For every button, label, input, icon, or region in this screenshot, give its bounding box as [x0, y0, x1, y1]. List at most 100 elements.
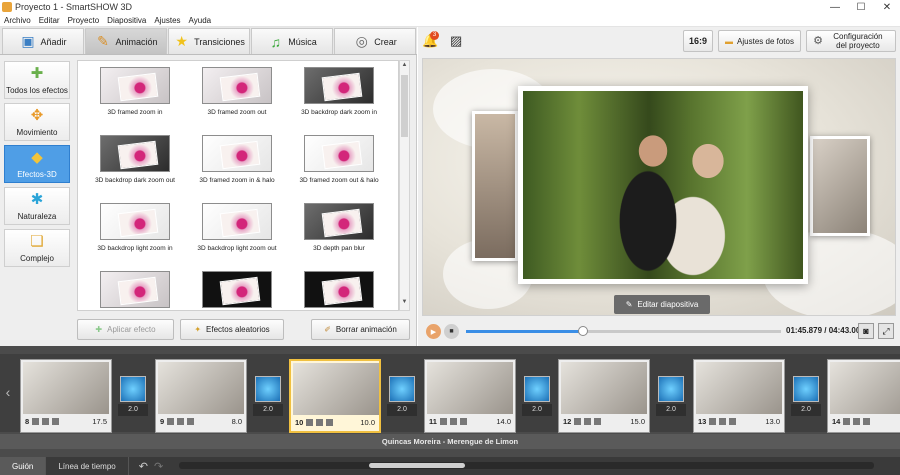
effect-item[interactable]: 3D backdrop light zoom in [84, 203, 186, 258]
fullscreen-icon[interactable]: ⤢ [878, 323, 894, 339]
slide-item[interactable]: 11 14.0 [424, 359, 516, 433]
speaker-icon[interactable] [729, 418, 737, 425]
pencil-icon[interactable] [306, 419, 314, 426]
tab-transiciones[interactable]: ★ Transiciones [168, 28, 250, 54]
slide-item[interactable]: 9 8.0 [155, 359, 247, 433]
category-efectos-3d[interactable]: ◆ Efectos-3D [4, 145, 70, 183]
slide-item[interactable]: 13 13.0 [693, 359, 785, 433]
transition-item[interactable]: 2.0 [656, 376, 686, 424]
slide-footer: 11 14.0 [427, 414, 513, 429]
effect-item[interactable]: 3D backdrop dark zoom in [288, 67, 390, 122]
aspect-ratio-button[interactable]: 16:9 [683, 30, 713, 52]
category-movimiento[interactable]: ✥ Movimiento [4, 103, 70, 141]
speaker-icon[interactable] [326, 419, 334, 426]
camera-icon[interactable]: ◙ [858, 323, 874, 339]
photo-settings-button[interactable]: ▬ Ajustes de fotos [718, 30, 801, 52]
transition-item[interactable]: 2.0 [253, 376, 283, 424]
random-effects-button[interactable]: ✦ Efectos aleatorios [180, 319, 284, 340]
undo-icon[interactable]: ↶ [139, 460, 148, 473]
menu-ajustes[interactable]: Ajustes [150, 16, 184, 25]
effect-item[interactable]: 3D backdrop light zoom out [186, 203, 288, 258]
progress-knob[interactable] [578, 326, 589, 336]
category-todos[interactable]: ✚ Todos los efectos [4, 61, 70, 99]
storyboard-scrollbar[interactable] [179, 462, 874, 469]
scroll-left-arrow-icon[interactable]: ‹ [2, 384, 14, 404]
effects-scrollbar[interactable]: ▲ ▼ [399, 60, 410, 311]
effect-item[interactable]: 3D framed zoom in & halo [186, 135, 288, 190]
scroll-down-arrow-icon[interactable]: ▼ [400, 299, 409, 309]
zoom-icon[interactable] [177, 418, 185, 425]
playback-progress[interactable] [466, 326, 781, 336]
effect-item[interactable] [84, 271, 186, 310]
pencil-icon[interactable] [843, 418, 851, 425]
slide-duration: 10.0 [360, 418, 375, 427]
speaker-icon[interactable] [594, 418, 602, 425]
slide-item[interactable]: 8 17.5 [20, 359, 112, 433]
menu-ayuda[interactable]: Ayuda [185, 16, 216, 25]
pencil-icon[interactable] [439, 418, 447, 425]
storyboard-scroll-thumb[interactable] [369, 463, 465, 468]
tab-guion[interactable]: Guión [0, 457, 47, 475]
menu-editar[interactable]: Editar [35, 16, 64, 25]
close-button[interactable]: ✕ [874, 0, 900, 14]
zoom-icon[interactable] [316, 419, 324, 426]
zoom-icon[interactable] [719, 418, 727, 425]
project-settings-button[interactable]: ⚙ Configuración del proyecto [806, 30, 896, 52]
menu-diapositiva[interactable]: Diapositiva [103, 16, 150, 25]
speaker-icon[interactable] [187, 418, 195, 425]
slide-preview[interactable]: ✎ Editar diapositiva [422, 58, 896, 316]
pencil-icon[interactable] [574, 418, 582, 425]
effect-item[interactable]: 3D framed zoom out & halo [288, 135, 390, 190]
transition-item[interactable]: 2.0 [387, 376, 417, 424]
apply-effect-button[interactable]: ✚ Aplicar efecto [77, 319, 174, 340]
tab-animacion[interactable]: ✎ Animación [85, 28, 167, 54]
tab-crear[interactable]: ◎ Crear [334, 28, 416, 54]
zoom-icon[interactable] [584, 418, 592, 425]
category-naturaleza[interactable]: ✱ Naturaleza [4, 187, 70, 225]
transition-item[interactable]: 2.0 [522, 376, 552, 424]
transition-duration: 2.0 [522, 404, 552, 416]
pencil-icon[interactable] [32, 418, 40, 425]
progress-fill [466, 330, 584, 333]
speaker-icon[interactable] [52, 418, 60, 425]
slide-item[interactable]: 10 10.0 [289, 359, 381, 433]
menu-proyecto[interactable]: Proyecto [64, 16, 104, 25]
audio-track[interactable]: Quincas Moreira - Merengue de Limon [0, 434, 900, 449]
transition-item[interactable]: 2.0 [118, 376, 148, 424]
slide-item[interactable]: 12 15.0 [558, 359, 650, 433]
effect-item[interactable]: 3D framed zoom in [84, 67, 186, 122]
effect-item[interactable] [288, 271, 390, 310]
play-button[interactable]: ▶ [426, 324, 441, 339]
slide-number: 11 [429, 417, 437, 426]
menu-archivo[interactable]: Archivo [0, 16, 35, 25]
effect-item[interactable]: 3D framed zoom out [186, 67, 288, 122]
speaker-icon[interactable] [863, 418, 871, 425]
maximize-button[interactable]: ☐ [848, 0, 874, 14]
image-gallery-icon[interactable]: ▨ [450, 33, 462, 49]
scroll-up-arrow-icon[interactable]: ▲ [400, 62, 409, 72]
clear-animation-button[interactable]: ✐ Borrar animación [311, 319, 410, 340]
effect-item[interactable]: 3D backdrop dark zoom out [84, 135, 186, 190]
speaker-icon[interactable] [459, 418, 467, 425]
pencil-icon[interactable] [709, 418, 717, 425]
zoom-icon[interactable] [853, 418, 861, 425]
tab-anadir[interactable]: ▣ Añadir [2, 28, 84, 54]
zoom-icon[interactable] [42, 418, 50, 425]
tab-musica[interactable]: ♫ Música [251, 28, 333, 54]
slide-duration: 14.0 [496, 417, 511, 426]
effect-item[interactable]: 3D depth pan blur [288, 203, 390, 258]
slide-item[interactable]: 14 [827, 359, 900, 433]
scroll-thumb[interactable] [401, 75, 408, 137]
preview-toolbar: 🔔 3 ▨ 16:9 ▬ Ajustes de fotos ⚙ Configur… [418, 27, 900, 55]
pencil-icon[interactable] [167, 418, 175, 425]
category-complejo[interactable]: ❏ Complejo [4, 229, 70, 267]
stop-button[interactable]: ■ [444, 324, 459, 339]
effect-item[interactable] [186, 271, 288, 310]
transition-item[interactable]: 2.0 [791, 376, 821, 424]
minimize-button[interactable]: — [822, 0, 848, 14]
redo-icon[interactable]: ↷ [154, 460, 163, 473]
zoom-icon[interactable] [449, 418, 457, 425]
slide-footer: 12 15.0 [561, 414, 647, 429]
tab-linea-de-tiempo[interactable]: Línea de tiempo [46, 457, 129, 475]
edit-slide-button[interactable]: ✎ Editar diapositiva [614, 295, 710, 314]
